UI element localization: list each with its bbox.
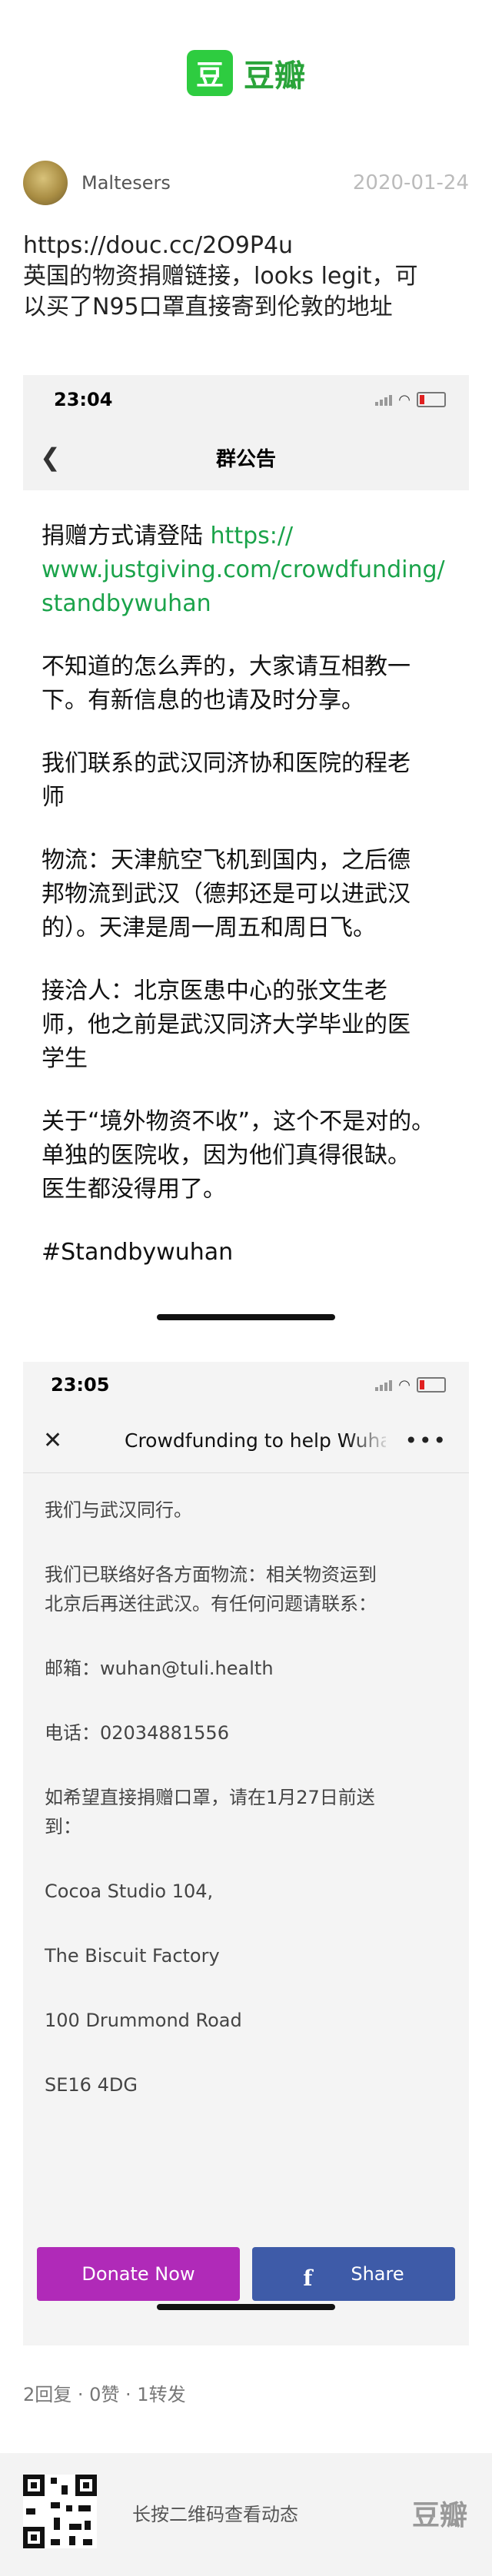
username[interactable]: Maltesers: [81, 172, 171, 194]
paragraph-line: 我们已联络好各方面物流：相关物资运到: [45, 1564, 377, 1585]
content-paragraph: 如希望直接捐赠口罩，请在1月27日前送 到：: [45, 1783, 447, 1841]
share-label: Share: [351, 2263, 404, 2285]
screenshot-group-announcement: 23:04 ◠ ❮ 群公告 捐赠方式请登陆 https:// www.justg…: [23, 375, 469, 1334]
paragraph-line: 接洽人：北京医患中心的张文生老: [42, 978, 387, 1004]
status-icons: ◠: [375, 392, 446, 408]
home-indicator: [157, 2304, 335, 2310]
hashtag: #Standbywuhan: [42, 1236, 450, 1270]
footer: 长按二维码查看动态 豆瓣: [0, 2453, 492, 2576]
address-line: The Biscuit Factory: [45, 1941, 447, 1970]
donate-link[interactable]: standbywuhan: [42, 587, 450, 621]
douban-logo-icon: 豆: [187, 50, 233, 96]
qr-code-icon[interactable]: [23, 2475, 97, 2548]
paragraph-line: 医生都没得用了。: [42, 1176, 226, 1203]
paragraph-line: 物流：天津航空飞机到国内，之后德: [42, 847, 411, 874]
paragraph-line: 师，他之前是武汉同济大学毕业的医: [42, 1011, 411, 1038]
announcement-body: 捐赠方式请登陆 https:// www.justgiving.com/crow…: [23, 490, 469, 1270]
screenshot-crowdfunding: 23:05 ◠ ✕ Crowdfunding to help Wuhan •••…: [23, 1362, 469, 2345]
status-icons: ◠: [375, 1377, 446, 1393]
address-text: 100 Drummond Road: [45, 2010, 242, 2031]
footer-logo: 豆瓣: [411, 2500, 467, 2531]
post-text: https://douc.cc/2O9P4u 英国的物资捐赠链接，looks l…: [23, 231, 477, 323]
post-date: 2020-01-24: [352, 171, 469, 194]
post-link[interactable]: https://douc.cc/2O9P4u: [23, 231, 477, 261]
share-button[interactable]: f Share: [252, 2247, 455, 2301]
chevron-left-icon[interactable]: ❮: [40, 443, 61, 472]
paragraph-line: 师: [42, 784, 65, 811]
footer-hint: 长按二维码查看动态: [132, 2504, 298, 2525]
email-line: 邮箱：wuhan@tuli.health: [45, 1654, 447, 1683]
avatar[interactable]: [23, 161, 68, 205]
announcement-paragraph: 不知道的怎么弄的，大家请互相教一 下。有新信息的也请及时分享。: [42, 650, 450, 718]
signal-icon: [375, 393, 393, 406]
announcement-paragraph: 接洽人：北京医患中心的张文生老 师，他之前是武汉同济大学毕业的医 学生: [42, 974, 450, 1076]
address-line: Cocoa Studio 104,: [45, 1877, 447, 1906]
paragraph-line: 不知道的怎么弄的，大家请互相教一: [42, 653, 411, 680]
nav-bar: ❮ 群公告: [23, 424, 469, 490]
paragraph-line: 邦物流到武汉（德邦还是可以进武汉: [42, 881, 411, 908]
facebook-icon: f: [303, 2266, 313, 2291]
hashtag-text[interactable]: #Standbywuhan: [42, 1236, 450, 1270]
paragraph-line: 到：: [45, 1816, 81, 1837]
paragraph-line: 单独的医院收，因为他们真得很缺。: [42, 1142, 411, 1169]
more-icon[interactable]: •••: [404, 1428, 447, 1453]
paragraph-line: 我们与武汉同行。: [45, 1499, 192, 1521]
content-paragraph: 我们已联络好各方面物流：相关物资运到 北京后再送往武汉。有任何问题请联系：: [45, 1560, 447, 1618]
paragraph-line: 我们联系的武汉同济协和医院的程老: [42, 750, 411, 777]
battery-icon: [417, 1377, 446, 1393]
battery-icon: [417, 392, 446, 407]
close-icon[interactable]: ✕: [43, 1427, 62, 1454]
donate-link[interactable]: https://: [211, 523, 294, 549]
status-time: 23:05: [51, 1374, 110, 1396]
status-bar: 23:05 ◠: [23, 1362, 469, 1408]
status-time: 23:04: [54, 389, 113, 410]
home-indicator: [157, 1314, 335, 1320]
post-line: 英国的物资捐赠链接，looks legit，可: [23, 263, 418, 290]
post-line: 以买了N95口罩直接寄到伦敦的地址: [23, 294, 393, 320]
paragraph-line: 如希望直接捐赠口罩，请在1月27日前送: [45, 1787, 375, 1808]
donate-prefix: 捐赠方式请登陆: [42, 523, 211, 549]
app-logo: 豆 豆瓣: [0, 46, 492, 100]
paragraph-line: 的）。天津是周一周五和周日飞。: [42, 915, 376, 941]
address-text: SE16 4DG: [45, 2074, 138, 2096]
phone-line: 电话：02034881556: [45, 1718, 447, 1748]
address-text: Cocoa Studio 104,: [45, 1881, 214, 1902]
post-header: Maltesers 2020-01-24: [23, 160, 469, 206]
paragraph-line: 北京后再送往武汉。有任何问题请联系：: [45, 1593, 377, 1615]
post-stats: 2回复 · 0赞 · 1转发: [23, 2384, 186, 2405]
address-line: SE16 4DG: [45, 2070, 447, 2100]
wifi-icon: ◠: [398, 391, 411, 408]
phone-text[interactable]: 电话：02034881556: [45, 1718, 447, 1748]
email-text[interactable]: 邮箱：wuhan@tuli.health: [45, 1654, 447, 1683]
announcement-paragraph: 我们联系的武汉同济协和医院的程老 师: [42, 747, 450, 815]
donate-now-button[interactable]: Donate Now: [37, 2247, 240, 2301]
content-paragraph: 我们与武汉同行。: [45, 1495, 447, 1525]
announcement-paragraph: 物流：天津航空飞机到国内，之后德 邦物流到武汉（德邦还是可以进武汉 的）。天津是…: [42, 844, 450, 945]
page-title: 群公告: [215, 447, 276, 471]
announcement-paragraph: 关于“境外物资不收”，这个不是对的。 单独的医院收，因为他们真得很缺。 医生都没…: [42, 1105, 450, 1207]
action-buttons: Donate Now f Share: [37, 2247, 455, 2301]
donate-link[interactable]: www.justgiving.com/crowdfunding/: [42, 553, 450, 587]
status-bar: 23:04 ◠: [23, 375, 469, 424]
address-line: 100 Drummond Road: [45, 2006, 447, 2035]
nav-bar: ✕ Crowdfunding to help Wuhan •••: [23, 1408, 469, 1473]
address-text: The Biscuit Factory: [45, 1945, 220, 1967]
paragraph-line: 学生: [42, 1045, 88, 1072]
paragraph-line: 关于“境外物资不收”，这个不是对的。: [42, 1108, 435, 1135]
wifi-icon: ◠: [398, 1376, 411, 1393]
signal-icon: [375, 1379, 393, 1391]
crowdfunding-body: 我们与武汉同行。 我们已联络好各方面物流：相关物资运到 北京后再送往武汉。有任何…: [23, 1472, 469, 2100]
paragraph-line: 下。有新信息的也请及时分享。: [42, 687, 364, 714]
donate-paragraph: 捐赠方式请登陆 https:// www.justgiving.com/crow…: [42, 520, 450, 621]
title-fade: [346, 1408, 392, 1472]
app-name: 豆瓣: [244, 58, 305, 94]
